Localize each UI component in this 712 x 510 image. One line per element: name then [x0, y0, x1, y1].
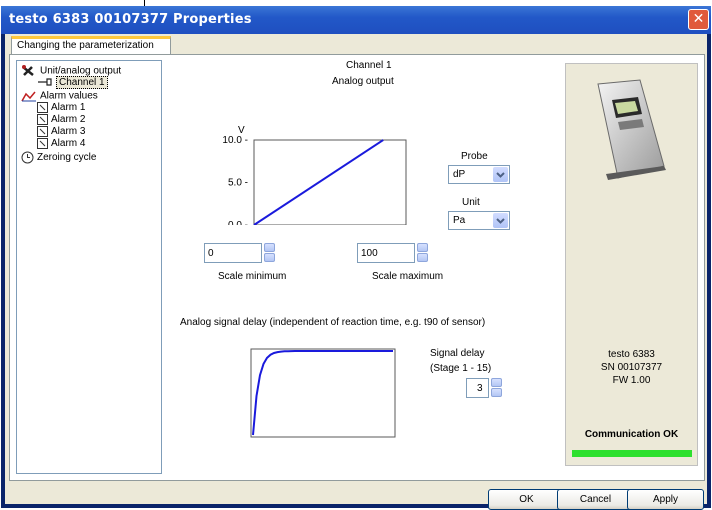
channel-title: Channel 1: [346, 60, 392, 71]
title-bar: testo 6383 00107377 Properties ✕: [1, 6, 711, 34]
alarm-icon: [37, 138, 48, 149]
close-icon: ✕: [692, 11, 705, 27]
scale-minimum-input[interactable]: 0: [204, 243, 262, 263]
tree-item-label: Alarm 2: [51, 114, 86, 126]
properties-dialog: testo 6383 00107377 Properties ✕ Changin…: [1, 6, 711, 510]
probe-value: dP: [453, 169, 466, 180]
tab-changing-parameterization[interactable]: Changing the parameterization: [11, 36, 171, 55]
tree-item-label: Alarm 4: [51, 138, 86, 150]
chart-icon: [21, 91, 36, 102]
signal-delay-value: 3: [477, 383, 483, 394]
apply-button[interactable]: Apply: [627, 489, 704, 510]
signal-delay-spinner[interactable]: [491, 378, 502, 398]
chevron-down-icon: [493, 213, 508, 228]
delay-plot-frame: [250, 348, 396, 438]
tree-item-label: Zeroing cycle: [37, 152, 97, 164]
device-info-panel: testo 6383 SN 00107377 FW 1.00 Communica…: [565, 63, 698, 466]
scale-maximum-value: 100: [361, 248, 378, 259]
y-tick-label: 10.0 -: [222, 135, 248, 146]
device-name: testo 6383: [608, 349, 655, 360]
ok-button[interactable]: OK: [488, 489, 565, 510]
y-tick-label: 5.0 -: [228, 178, 248, 189]
plot-frame: [253, 139, 407, 225]
spin-down-icon[interactable]: [491, 388, 502, 397]
tab-page: Unit/analog output Channel 1 Alarm value…: [9, 54, 705, 481]
spin-down-icon[interactable]: [264, 253, 275, 262]
scale-maximum-label: Scale maximum: [372, 271, 444, 282]
probe-select[interactable]: dP: [448, 165, 510, 184]
tree-item-label: Unit/analog output: [40, 65, 122, 77]
chevron-down-icon: [493, 167, 508, 182]
signal-delay-heading: Analog signal delay (independent of reac…: [180, 317, 486, 328]
unit-select[interactable]: Pa: [448, 211, 510, 230]
tree-item-alarm-1[interactable]: Alarm 1: [37, 102, 85, 114]
tree-item-label: Alarm 3: [51, 126, 86, 138]
tree-item-label: Channel 1: [56, 76, 108, 89]
tree-item-alarm-values[interactable]: Alarm values: [21, 90, 98, 103]
tree-item-alarm-2[interactable]: Alarm 2: [37, 114, 85, 126]
spin-up-icon[interactable]: [417, 243, 428, 252]
tree-item-alarm-4[interactable]: Alarm 4: [37, 138, 85, 150]
close-button[interactable]: ✕: [688, 9, 709, 30]
signal-delay-label: Signal delay: [430, 348, 485, 359]
tree-item-label: Alarm 1: [51, 102, 86, 114]
alarm-icon: [37, 126, 48, 137]
spin-up-icon[interactable]: [491, 378, 502, 387]
unit-value: Pa: [453, 215, 466, 226]
tools-icon: [22, 65, 34, 76]
signal-delay-range: (Stage 1 - 15): [430, 363, 492, 374]
signal-delay-chart: [250, 348, 396, 438]
cancel-button[interactable]: Cancel: [557, 489, 634, 510]
analog-output-chart: V10.0 -5.0 -0.0 -050100: [222, 125, 407, 225]
communication-status: Communication OK: [584, 429, 679, 440]
alarm-icon: [37, 114, 48, 125]
device-firmware: FW 1.00: [612, 375, 651, 386]
scale-minimum-label: Scale minimum: [218, 271, 287, 282]
tree-item-alarm-3[interactable]: Alarm 3: [37, 126, 85, 138]
device-image: [597, 79, 666, 180]
communication-progress-bar: [572, 450, 692, 457]
scale-maximum-spinner[interactable]: [417, 243, 428, 263]
tree-item-label: Alarm values: [40, 90, 98, 102]
spin-up-icon[interactable]: [264, 243, 275, 252]
channel-subtitle: Analog output: [332, 76, 394, 87]
plug-icon: [38, 78, 52, 86]
settings-tree: Unit/analog output Channel 1 Alarm value…: [16, 60, 162, 474]
dialog-client-area: Changing the parameterization Unit/analo…: [5, 34, 707, 510]
unit-label: Unit: [462, 197, 480, 208]
signal-delay-input[interactable]: 3: [466, 378, 489, 398]
scale-minimum-value: 0: [208, 248, 214, 259]
tree-item-channel-1[interactable]: Channel 1: [37, 76, 108, 89]
alarm-icon: [37, 102, 48, 113]
scale-maximum-input[interactable]: 100: [357, 243, 415, 263]
scale-minimum-spinner[interactable]: [264, 243, 275, 263]
probe-label: Probe: [461, 151, 488, 162]
tree-item-zeroing-cycle[interactable]: Zeroing cycle: [21, 151, 96, 164]
device-serial: SN 00107377: [600, 362, 663, 373]
clock-icon: [21, 151, 34, 164]
y-tick-label: 0.0 -: [228, 220, 248, 225]
window-title: testo 6383 00107377 Properties: [9, 12, 252, 27]
spin-down-icon[interactable]: [417, 253, 428, 262]
